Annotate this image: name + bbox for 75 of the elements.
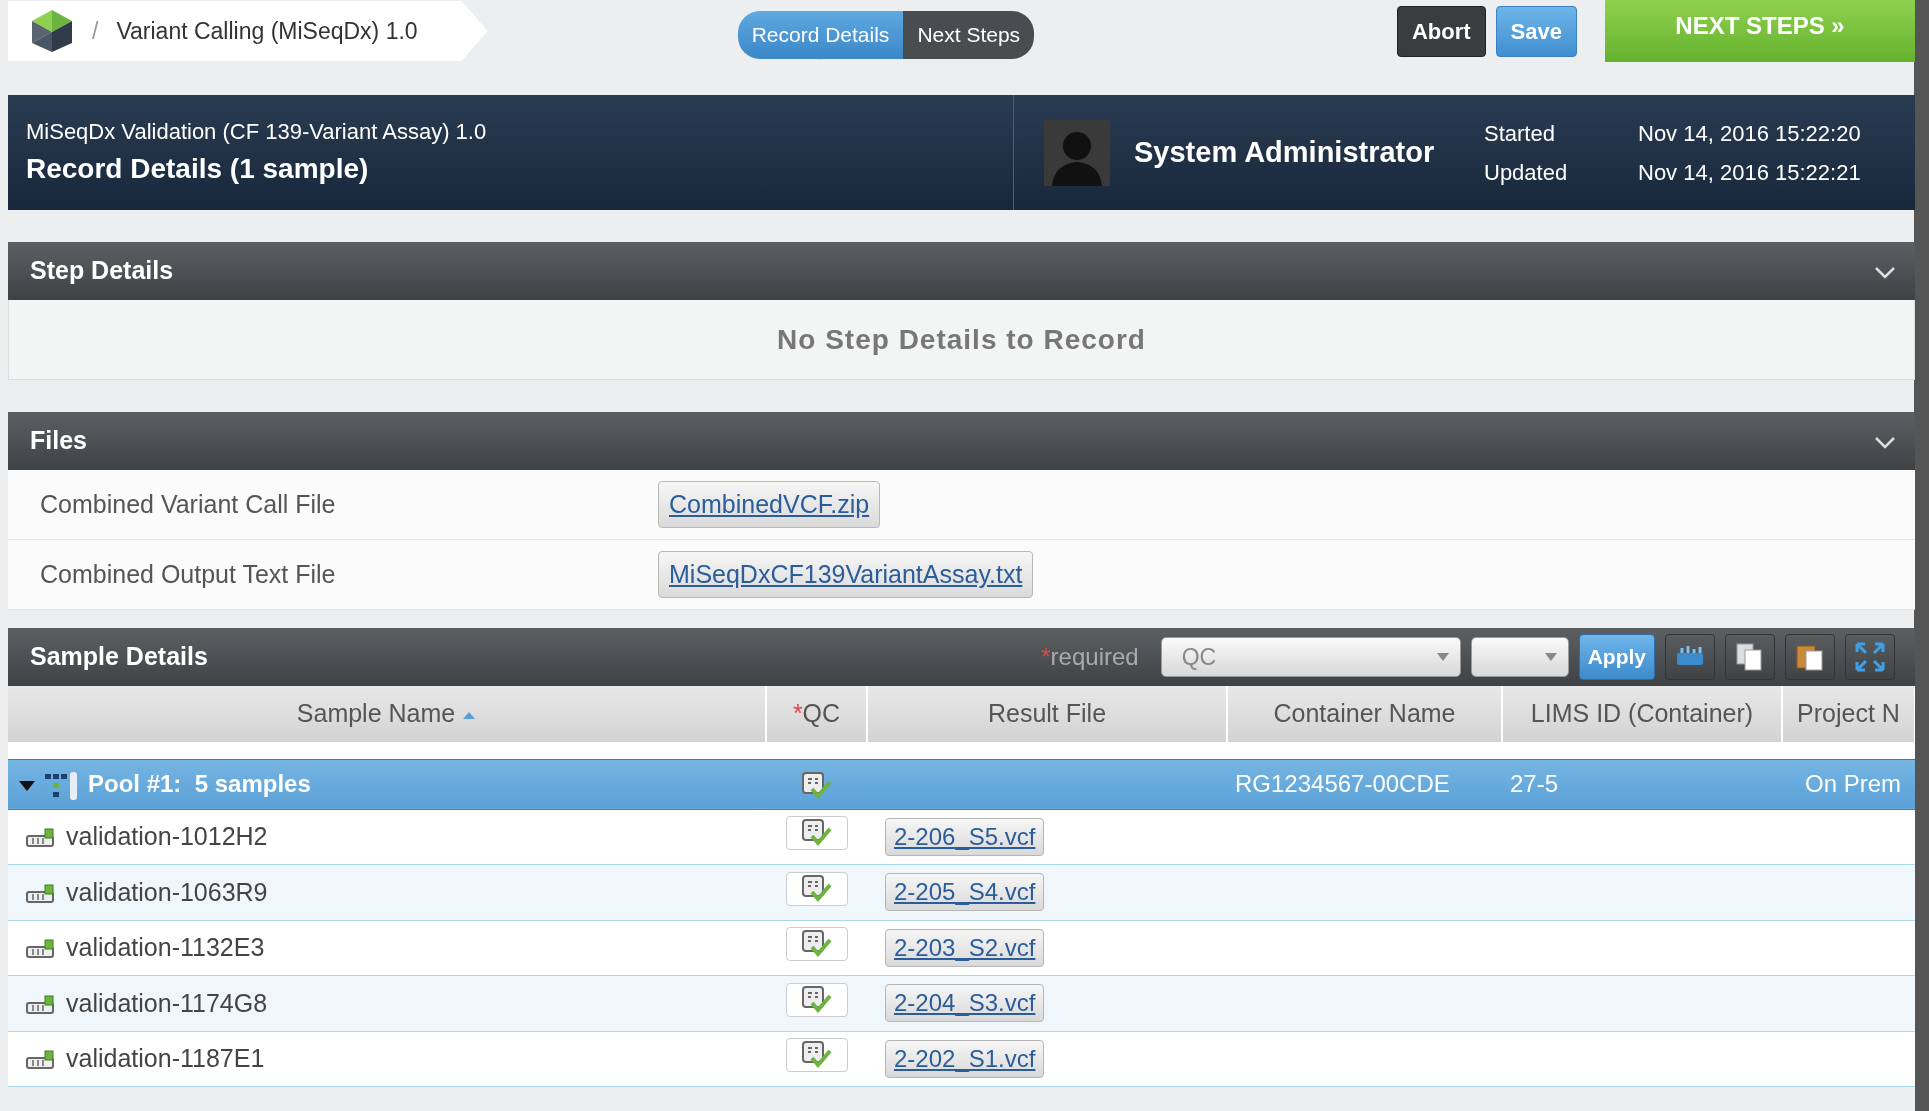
qc-toggle[interactable]: [785, 1038, 848, 1072]
section-title: Step Details: [30, 255, 174, 287]
pool-label: Pool #1: 5 samples: [88, 770, 311, 797]
collapse-chevron-icon[interactable]: [1875, 266, 1895, 279]
sample-icon: [26, 828, 56, 849]
pool-icon: [44, 771, 78, 801]
sample-name[interactable]: validation-1187E1: [66, 1044, 265, 1072]
step-tab[interactable]: Record Details: [737, 11, 904, 59]
breadcrumb-title[interactable]: Variant Calling (MiSeqDx) 1.0: [116, 13, 418, 49]
sample-name[interactable]: validation-1012H2: [66, 822, 268, 850]
qc-toggle[interactable]: [785, 816, 848, 850]
qc-toggle[interactable]: [785, 927, 848, 961]
column-header[interactable]: Result File: [867, 686, 1227, 742]
qc-check-icon: [801, 1041, 832, 1069]
chart-tool-button[interactable]: [1665, 634, 1715, 680]
breadcrumb-separator: /: [92, 16, 99, 46]
file-label: Combined Variant Call File: [39, 488, 337, 520]
result-file-link[interactable]: 2-202_S1.vcf: [885, 1039, 1045, 1078]
sample-icon: [26, 939, 56, 960]
pool-cell: On Prem: [1782, 759, 1915, 809]
save-button[interactable]: Save: [1495, 5, 1577, 57]
column-header[interactable]: LIMS ID (Container): [1502, 686, 1782, 742]
qc-check-icon: [801, 819, 832, 847]
sample-name[interactable]: validation-1063R9: [66, 877, 268, 906]
apply-button[interactable]: Apply: [1578, 634, 1655, 680]
sample-icon: [26, 994, 56, 1015]
paste-button[interactable]: [1785, 634, 1835, 680]
copy-button[interactable]: [1725, 634, 1775, 680]
column-header[interactable]: Sample Name: [8, 686, 766, 742]
sort-ascending-icon: [462, 711, 477, 721]
expand-toggle-icon[interactable]: [18, 780, 36, 792]
qc-check-icon: [801, 874, 832, 903]
expand-icon: [1854, 641, 1886, 673]
result-file-link[interactable]: 2-203_S2.vcf: [885, 928, 1045, 967]
protocol-name: MiSeqDx Validation (CF 139-Variant Assay) 1.0: [26, 118, 488, 146]
file-link[interactable]: CombinedVCF.zip: [658, 480, 881, 529]
qc-toggle[interactable]: [785, 982, 848, 1017]
column-header[interactable]: *QC: [766, 686, 867, 742]
sample-name[interactable]: validation-1132E3: [66, 933, 265, 961]
collapse-chevron-icon[interactable]: [1875, 436, 1895, 449]
column-header[interactable]: Container Name: [1227, 686, 1502, 742]
empty-message: No Step Details to Record: [8, 300, 1915, 380]
date-value: Nov 14, 2016 15:22:21: [1638, 158, 1861, 187]
field-select[interactable]: QC: [1160, 637, 1461, 677]
value-select[interactable]: [1470, 637, 1569, 677]
user-name: System Administrator: [1134, 134, 1436, 170]
dropdown-caret-icon: [1543, 652, 1558, 662]
qc-check-icon: [801, 771, 832, 800]
file-link[interactable]: MiSeqDxCF139VariantAssay.txt: [658, 550, 1034, 599]
app-logo-icon[interactable]: [30, 8, 74, 54]
qc-check-icon: [801, 985, 832, 1014]
section-title: Files: [30, 425, 87, 457]
qc-toggle[interactable]: [785, 871, 848, 906]
date-value: Nov 14, 2016 15:22:20: [1638, 119, 1861, 148]
section-title: Sample Details: [30, 641, 208, 673]
date-label: Updated: [1484, 158, 1569, 187]
step-tab[interactable]: Next Steps: [903, 11, 1035, 59]
column-header[interactable]: Project N: [1782, 686, 1915, 742]
expand-button[interactable]: [1845, 634, 1895, 680]
required-legend: *required: [1041, 639, 1139, 675]
page-title: Record Details (1 sample): [26, 152, 370, 186]
result-file-link[interactable]: 2-204_S3.vcf: [885, 984, 1045, 1023]
qc-check-icon: [801, 930, 832, 958]
abort-button[interactable]: Abort: [1396, 5, 1486, 57]
pool-cell: RG1234567-00CDE: [1227, 759, 1502, 809]
user-avatar-icon: [1044, 119, 1110, 186]
dropdown-caret-icon: [1435, 652, 1450, 662]
pool-cell: 27-5: [1502, 759, 1782, 809]
date-label: Started: [1484, 119, 1556, 148]
sample-icon: [26, 1050, 56, 1071]
sample-icon: [26, 883, 56, 904]
file-label: Combined Output Text File: [39, 558, 337, 590]
sample-name[interactable]: validation-1174G8: [66, 988, 268, 1017]
result-file-link[interactable]: 2-206_S5.vcf: [885, 817, 1045, 856]
result-file-link[interactable]: 2-205_S4.vcf: [885, 873, 1045, 912]
